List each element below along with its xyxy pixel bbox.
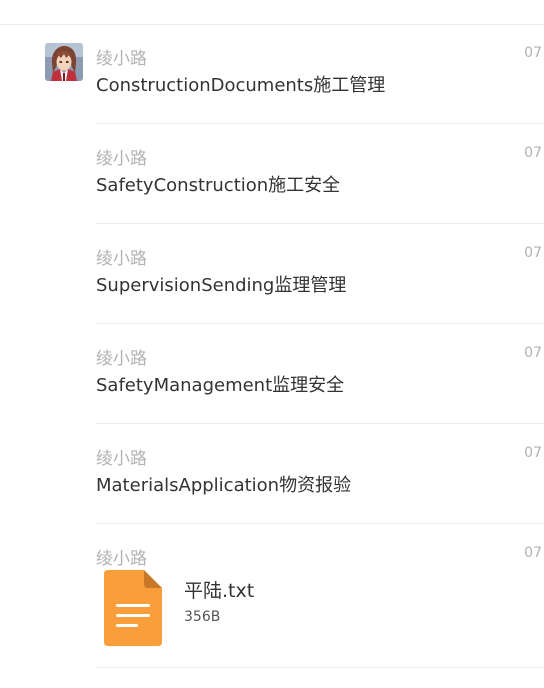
message-item[interactable]: 绫小路 07 SafetyManagement监理安全: [0, 324, 544, 424]
message-item[interactable]: 绫小路 07 MaterialsApplication物资报验: [0, 424, 544, 524]
message-time: 07: [524, 145, 542, 161]
sender-name: 绫小路: [96, 249, 147, 269]
sender-name: 绫小路: [96, 349, 147, 369]
message-divider: [96, 667, 544, 668]
file-name: 平陆.txt: [184, 580, 255, 602]
message-item[interactable]: 绫小路 07 SupervisionSending监理管理: [0, 224, 544, 324]
message-item[interactable]: 绫小路 07 ConstructionDocuments施工管理: [0, 24, 544, 124]
sender-name: 绫小路: [96, 449, 147, 469]
message-text[interactable]: SafetyManagement监理安全: [96, 371, 344, 397]
message-time: 07: [524, 345, 542, 361]
file-message-item[interactable]: 绫小路 07 平陆.txt 356B: [0, 524, 544, 668]
message-time: 07: [524, 445, 542, 461]
sender-name: 绫小路: [96, 149, 147, 169]
file-attachment[interactable]: 平陆.txt 356B: [100, 570, 350, 654]
message-time: 07: [524, 245, 542, 261]
text-file-icon: [104, 570, 162, 646]
message-text[interactable]: MaterialsApplication物资报验: [96, 471, 351, 497]
message-item[interactable]: 绫小路 07 SafetyConstruction施工安全: [0, 124, 544, 224]
sender-name: 绫小路: [96, 549, 147, 569]
message-text[interactable]: SafetyConstruction施工安全: [96, 171, 340, 197]
message-time: 07: [524, 45, 542, 61]
message-text[interactable]: SupervisionSending监理管理: [96, 271, 346, 297]
file-size: 356B: [184, 609, 221, 625]
message-time: 07: [524, 545, 542, 561]
sender-name: 绫小路: [96, 49, 147, 69]
message-text[interactable]: ConstructionDocuments施工管理: [96, 71, 385, 97]
